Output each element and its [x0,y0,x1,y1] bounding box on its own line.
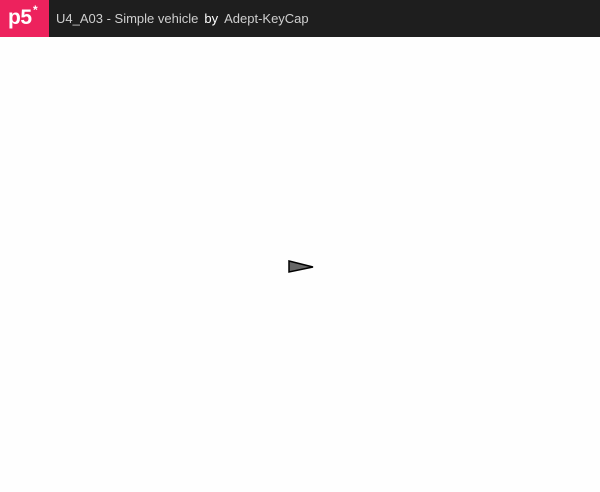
sketch-title[interactable]: U4_A03 - Simple vehicle [56,11,198,26]
by-label: by [204,11,219,26]
logo-star: * [33,3,38,17]
top-bar: p5 * U4_A03 - Simple vehicle by Adept-Ke… [0,0,600,37]
p5-logo[interactable]: p5 * [0,0,49,37]
sketch-canvas[interactable] [0,37,600,492]
logo-text: p5 [8,6,32,29]
author-link[interactable]: Adept-KeyCap [224,11,309,26]
vehicle-triangle-icon [288,260,314,273]
